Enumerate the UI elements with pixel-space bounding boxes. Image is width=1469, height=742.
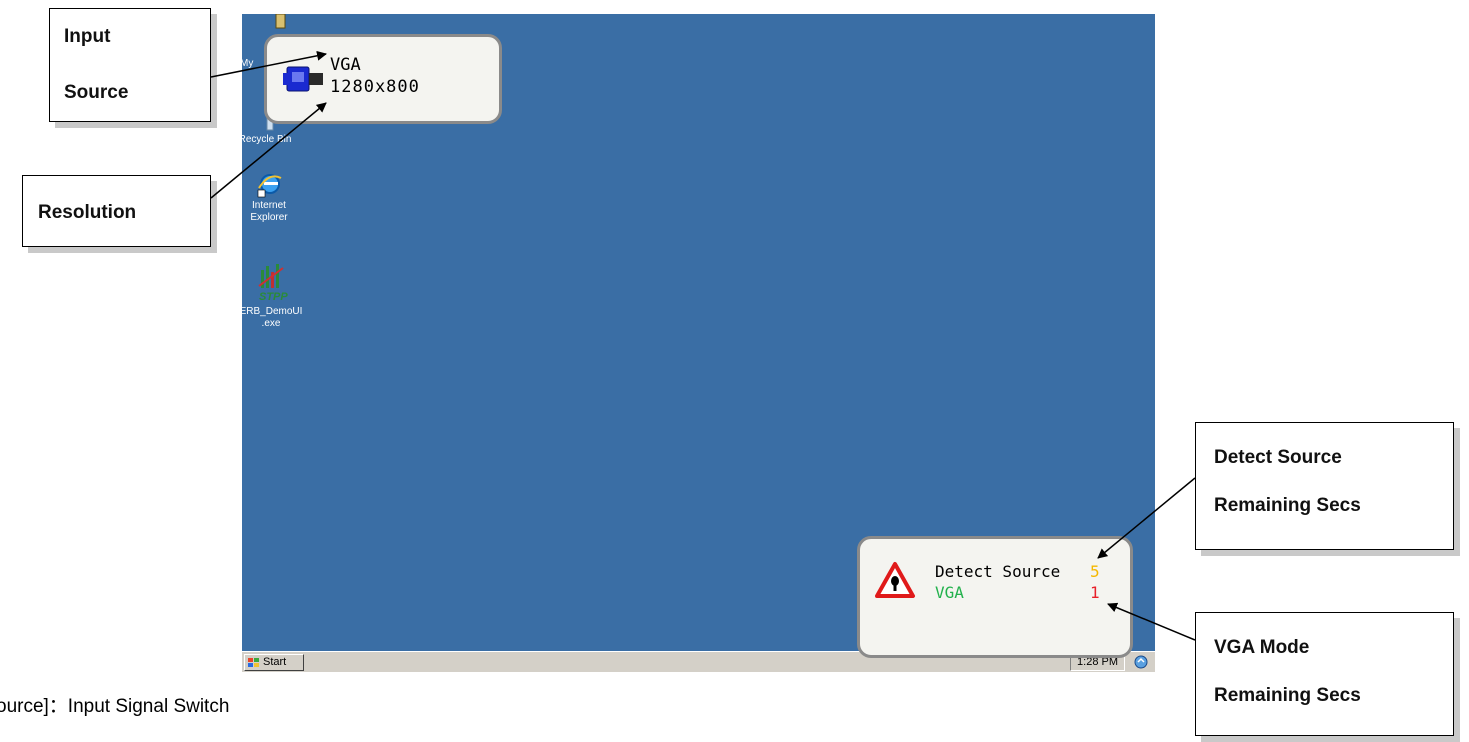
arrow-vga-mode [1107,602,1196,641]
callout-arrows [210,50,1196,641]
arrow-detect-source [1097,477,1196,559]
arrow-resolution [210,102,327,199]
arrow-input-source [210,50,327,78]
caption-text: ource]：Input Signal Switch [0,696,230,717]
